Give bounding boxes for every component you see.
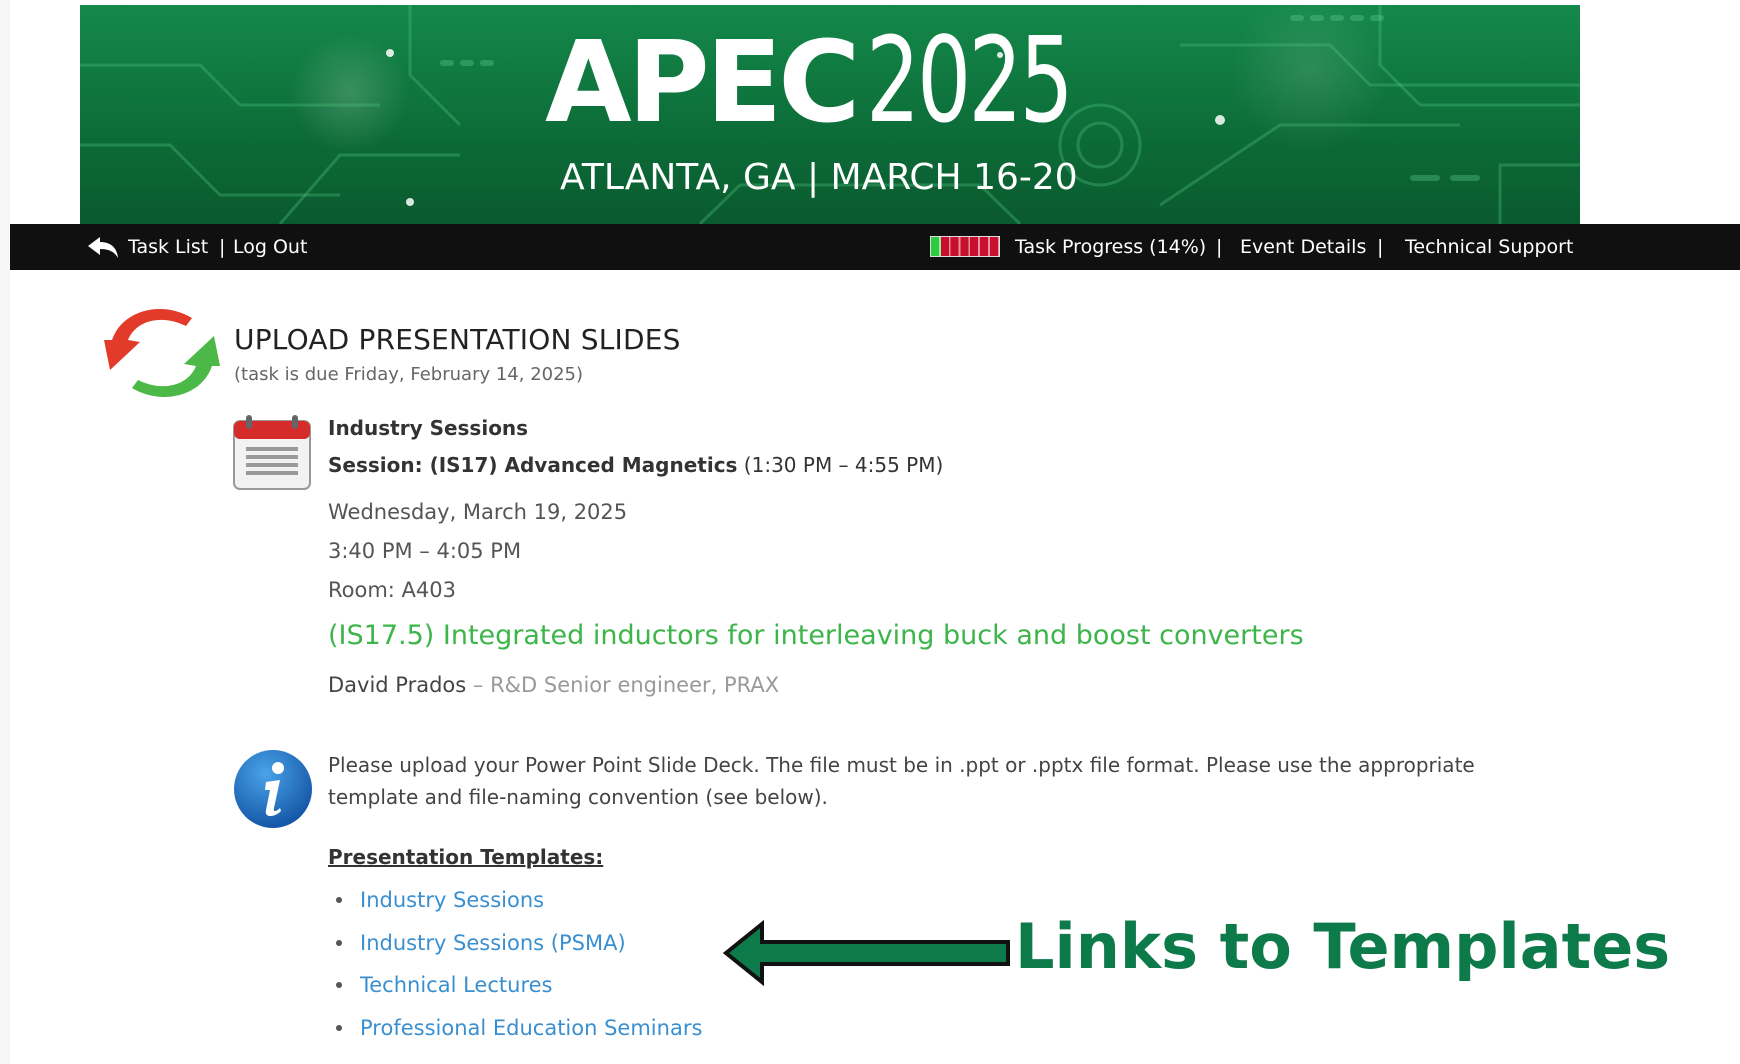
page: APEC 2025 ATLANTA, GA | MARCH 16-20 Task… xyxy=(10,0,1740,1064)
list-item: Technical Lectures xyxy=(328,970,702,1013)
calendar-icon xyxy=(233,415,311,490)
nav-separator: | xyxy=(1216,236,1223,258)
logo-year: 2025 xyxy=(866,11,1074,149)
session-label: Session: (IS17) Advanced Magnetics xyxy=(328,453,738,477)
nav-log-out[interactable]: Log Out xyxy=(233,224,307,270)
annotation-label: Links to Templates xyxy=(1015,910,1671,983)
event-banner: APEC 2025 ATLANTA, GA | MARCH 16-20 xyxy=(80,5,1580,224)
session-time-range: (1:30 PM – 4:55 PM) xyxy=(737,453,944,477)
nav-event-details[interactable]: Event Details xyxy=(1240,224,1366,270)
template-link-industry-sessions-psma[interactable]: Industry Sessions (PSMA) xyxy=(360,931,626,955)
list-item: Industry Sessions xyxy=(328,885,702,928)
back-arrow-icon[interactable] xyxy=(86,234,120,260)
apec-logo: APEC 2025 xyxy=(545,11,1151,149)
templates-list: Industry Sessions Industry Sessions (PSM… xyxy=(328,885,702,1055)
paper-title: (IS17.5) Integrated inductors for interl… xyxy=(328,620,1304,651)
presentation-time: 3:40 PM – 4:05 PM xyxy=(328,539,522,563)
sync-arrows-icon xyxy=(104,309,220,397)
author-separator: – xyxy=(466,673,491,697)
list-item: Professional Education Seminars xyxy=(328,1013,702,1056)
template-link-technical-lectures[interactable]: Technical Lectures xyxy=(360,973,552,997)
logo-word: APEC xyxy=(545,18,860,148)
author-line: David Prados – R&D Senior engineer, PRAX xyxy=(328,673,779,697)
list-item: Industry Sessions (PSMA) xyxy=(328,928,702,971)
author-name: David Prados xyxy=(328,673,467,697)
session-track: Industry Sessions xyxy=(328,416,529,440)
event-location-dates: ATLANTA, GA | MARCH 16-20 xyxy=(560,157,1078,198)
author-affiliation: R&D Senior engineer, PRAX xyxy=(490,673,780,697)
top-navbar: Task List | Log Out Task Progress (14%) … xyxy=(10,224,1740,270)
templates-heading: Presentation Templates: xyxy=(328,845,604,869)
template-link-professional-education-seminars[interactable]: Professional Education Seminars xyxy=(360,1016,702,1040)
nav-separator: | xyxy=(219,236,226,258)
presentation-date: Wednesday, March 19, 2025 xyxy=(328,500,628,524)
nav-separator: | xyxy=(1377,236,1384,258)
presentation-room: Room: A403 xyxy=(328,578,456,602)
nav-technical-support[interactable]: Technical Support xyxy=(1405,224,1573,270)
annotation-arrow-icon xyxy=(722,919,1010,987)
upload-instructions: Please upload your Power Point Slide Dec… xyxy=(328,753,1475,809)
task-due-date: (task is due Friday, February 14, 2025) xyxy=(234,364,584,385)
task-progress-bar xyxy=(930,236,1000,257)
template-link-industry-sessions[interactable]: Industry Sessions xyxy=(360,888,544,912)
info-icon xyxy=(234,750,312,828)
nav-task-progress[interactable]: Task Progress (14%) xyxy=(1015,224,1206,270)
nav-task-list[interactable]: Task List xyxy=(128,224,208,270)
page-title: UPLOAD PRESENTATION SLIDES xyxy=(234,323,681,356)
session-name: Session: (IS17) Advanced Magnetics (1:30… xyxy=(328,453,943,477)
